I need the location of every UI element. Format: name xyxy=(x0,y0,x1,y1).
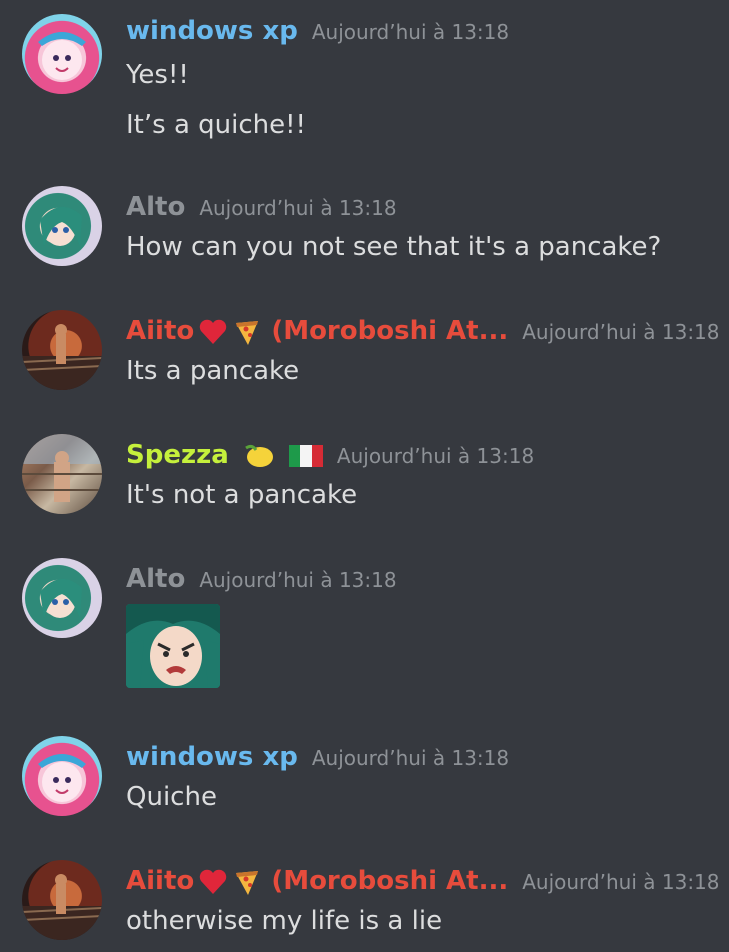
message-text: It's not a pancake xyxy=(126,480,358,510)
message-text: Its a pancake xyxy=(126,356,300,386)
message-header: Aiito (Moroboshi At... Aujourd’hui à 13:1… xyxy=(126,316,720,347)
heart-emoji-icon xyxy=(200,319,227,344)
author-name[interactable]: windows xp xyxy=(126,742,298,772)
pizza-emoji-icon xyxy=(236,870,259,895)
lemon-emoji-icon xyxy=(245,444,273,467)
message-text: How can you not see that it's a pancake? xyxy=(126,232,662,262)
timestamp: Aujourd’hui à 13:18 xyxy=(199,568,397,592)
pizza-emoji-icon xyxy=(236,320,259,345)
timestamp: Aujourd’hui à 13:18 xyxy=(199,196,397,220)
image-attachment[interactable] xyxy=(126,604,220,688)
timestamp: Aujourd’hui à 13:18 xyxy=(311,20,510,44)
avatar[interactable] xyxy=(22,736,102,816)
message-text: otherwise my life is a lie xyxy=(126,906,443,936)
author-name[interactable]: windows xp xyxy=(126,16,298,46)
message-header: Aiito (Moroboshi At... Aujourd’hui à 13:1… xyxy=(126,866,720,897)
avatar[interactable] xyxy=(22,14,102,94)
avatar[interactable] xyxy=(22,186,102,266)
avatar[interactable] xyxy=(22,558,102,638)
message-text: Quiche xyxy=(126,782,217,812)
author-name[interactable]: Alto xyxy=(126,192,185,222)
author-name[interactable]: Alto xyxy=(126,564,185,594)
timestamp: Aujourd’hui à 13:18 xyxy=(522,870,720,894)
message-header: Alto Aujourd’hui à 13:18 xyxy=(126,192,397,222)
message-header: windows xp Aujourd’hui à 13:18 xyxy=(126,742,509,772)
heart-emoji-icon xyxy=(200,869,227,894)
message-header: windows xp Aujourd’hui à 13:18 xyxy=(126,16,509,46)
avatar[interactable] xyxy=(22,310,102,390)
timestamp: Aujourd’hui à 13:18 xyxy=(336,444,535,468)
message-text: It’s a quiche!! xyxy=(126,110,306,140)
message-header: Spezza Aujourd’hui à 13:18 xyxy=(126,440,534,470)
avatar[interactable] xyxy=(22,434,102,514)
author-name[interactable]: Aiito (Moroboshi At... xyxy=(126,316,508,346)
timestamp: Aujourd’hui à 13:18 xyxy=(311,746,510,770)
message-text: Yes!! xyxy=(126,60,189,90)
avatar[interactable] xyxy=(22,860,102,940)
italy-flag-emoji-icon xyxy=(288,444,323,467)
message-header: Alto Aujourd’hui à 13:18 xyxy=(126,564,397,594)
author-name[interactable]: Spezza xyxy=(126,440,323,470)
timestamp: Aujourd’hui à 13:18 xyxy=(522,320,720,344)
author-name[interactable]: Aiito (Moroboshi At... xyxy=(126,866,508,896)
